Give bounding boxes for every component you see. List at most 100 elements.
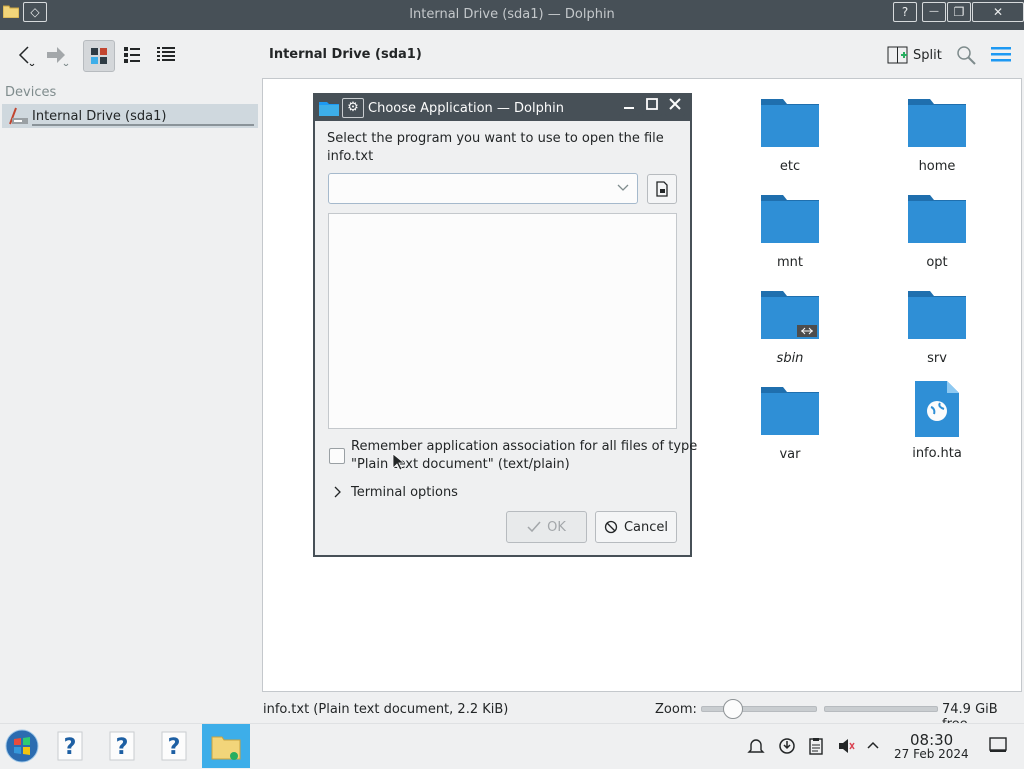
start-menu-button[interactable] [0,725,44,767]
location-breadcrumb[interactable]: Internal Drive (sda1) [269,47,422,62]
taskbar-dolphin[interactable] [202,724,250,768]
window-titlebar[interactable]: ◇ Internal Drive (sda1) — Dolphin ? — ❐ … [0,0,1024,30]
file-name: mnt [777,255,803,270]
file-name: opt [926,255,948,270]
back-button[interactable] [10,40,40,70]
zoom-label: Zoom: [655,702,697,717]
split-button[interactable]: Split [887,42,942,68]
dialog-close-button[interactable] [665,98,685,116]
dialog-titlebar[interactable]: ⚙ Choose Application — Dolphin [315,95,690,121]
svg-text:?: ? [116,735,129,760]
updates-icon[interactable] [778,737,796,759]
folder-icon [908,99,966,147]
question-icon: ? [109,731,135,761]
arrow-left-icon [18,46,35,66]
file-name: home [918,159,956,174]
minimize-icon [624,107,634,109]
remember-association-label[interactable]: Remember application association for all… [351,439,697,454]
dialog-message: Select the program you want to use to op… [327,131,664,146]
close-icon [669,98,681,110]
maximize-icon [646,98,658,110]
zoom-slider-handle[interactable] [723,699,743,719]
compact-view-icon [124,47,140,63]
clipboard-icon[interactable] [808,737,824,759]
split-view-icon [887,46,908,64]
file-name: info.hta [912,446,962,461]
file-item-etc[interactable]: etc [740,95,840,174]
ok-label: OK [547,519,566,535]
file-name: sbin [776,351,804,366]
file-item-srv[interactable]: srv [887,287,987,366]
folder-icon [908,291,966,339]
file-item-sbin[interactable]: sbin [740,287,840,366]
details-view-icon [157,47,175,61]
question-icon: ? [161,731,187,761]
close-button[interactable]: ✕ [972,2,1024,22]
svg-text:?: ? [64,735,77,760]
folder-icon [908,195,966,243]
notifications-icon[interactable] [747,737,765,759]
zoom-slider-track[interactable] [701,706,817,712]
arrow-right-icon [47,47,69,66]
folder-icon [761,195,819,243]
file-name: etc [779,159,801,174]
dialog-filename: info.txt [327,149,374,164]
dialog-title: Choose Application — Dolphin [368,101,564,116]
window-title: Internal Drive (sda1) — Dolphin [409,7,615,22]
chevron-down-icon[interactable] [617,181,629,195]
show-desktop-icon[interactable] [989,737,1007,757]
folder-app-icon [211,736,241,760]
taskbar-unknown-app-1[interactable]: ? [48,725,92,767]
chevron-right-icon[interactable] [333,486,341,501]
folder-icon [761,387,819,435]
html-file-icon [915,381,959,437]
drive-icon [8,106,30,130]
sidebar-item-label: Internal Drive (sda1) [32,109,167,124]
file-item-home[interactable]: home [887,95,987,174]
svg-text:?: ? [168,735,181,760]
file-item-var[interactable]: var [740,383,840,462]
file-item-opt[interactable]: opt [887,191,987,270]
sidebar-item-internal-drive[interactable]: Internal Drive (sda1) [2,104,258,128]
application-list[interactable] [328,213,677,429]
cancel-button[interactable]: Cancel [595,511,677,543]
file-item-info-hta[interactable]: info.hta [887,380,987,461]
dialog-minimize-button[interactable] [619,98,639,116]
search-button[interactable] [955,44,977,70]
ok-button[interactable]: OK [506,511,587,543]
status-selection-text: info.txt (Plain text document, 2.2 KiB) [263,702,509,717]
document-open-icon [656,181,668,197]
file-name: var [779,447,801,462]
taskbar-unknown-app-2[interactable]: ? [100,725,144,767]
icons-view-button[interactable] [83,40,115,72]
browse-button[interactable] [647,174,677,204]
program-combobox[interactable] [328,173,638,204]
folder-icon [761,99,819,147]
volume-muted-icon[interactable] [837,737,855,759]
hamburger-menu-button[interactable] [990,45,1012,67]
devices-heading: Devices [5,85,57,100]
minimize-button[interactable]: — [922,2,946,22]
hamburger-menu-icon [991,47,1011,62]
compact-view-button[interactable] [117,40,147,70]
maximize-button[interactable]: ❐ [947,2,971,22]
main-toolbar: Split [0,30,1024,78]
remember-association-checkbox[interactable] [329,448,345,464]
dialog-maximize-button[interactable] [642,98,662,116]
folder-link-icon [761,291,819,339]
checkmark-icon [527,521,541,533]
forward-button[interactable] [42,40,72,70]
remember-association-label-line2[interactable]: "Plain text document" (text/plain) [351,457,570,472]
dialog-folder-icon [319,100,339,120]
details-view-button[interactable] [151,40,181,70]
question-icon: ? [57,731,83,761]
help-button[interactable]: ? [893,2,917,22]
clock-date[interactable]: 27 Feb 2024 [894,747,969,761]
file-item-mnt[interactable]: mnt [740,191,840,270]
file-name: srv [927,351,947,366]
dialog-menu-icon[interactable]: ⚙ [342,98,364,118]
disk-usage-bar [32,124,254,126]
chevron-up-icon[interactable] [866,739,880,755]
terminal-options-toggle[interactable]: Terminal options [351,485,458,500]
taskbar-unknown-app-3[interactable]: ? [152,725,196,767]
